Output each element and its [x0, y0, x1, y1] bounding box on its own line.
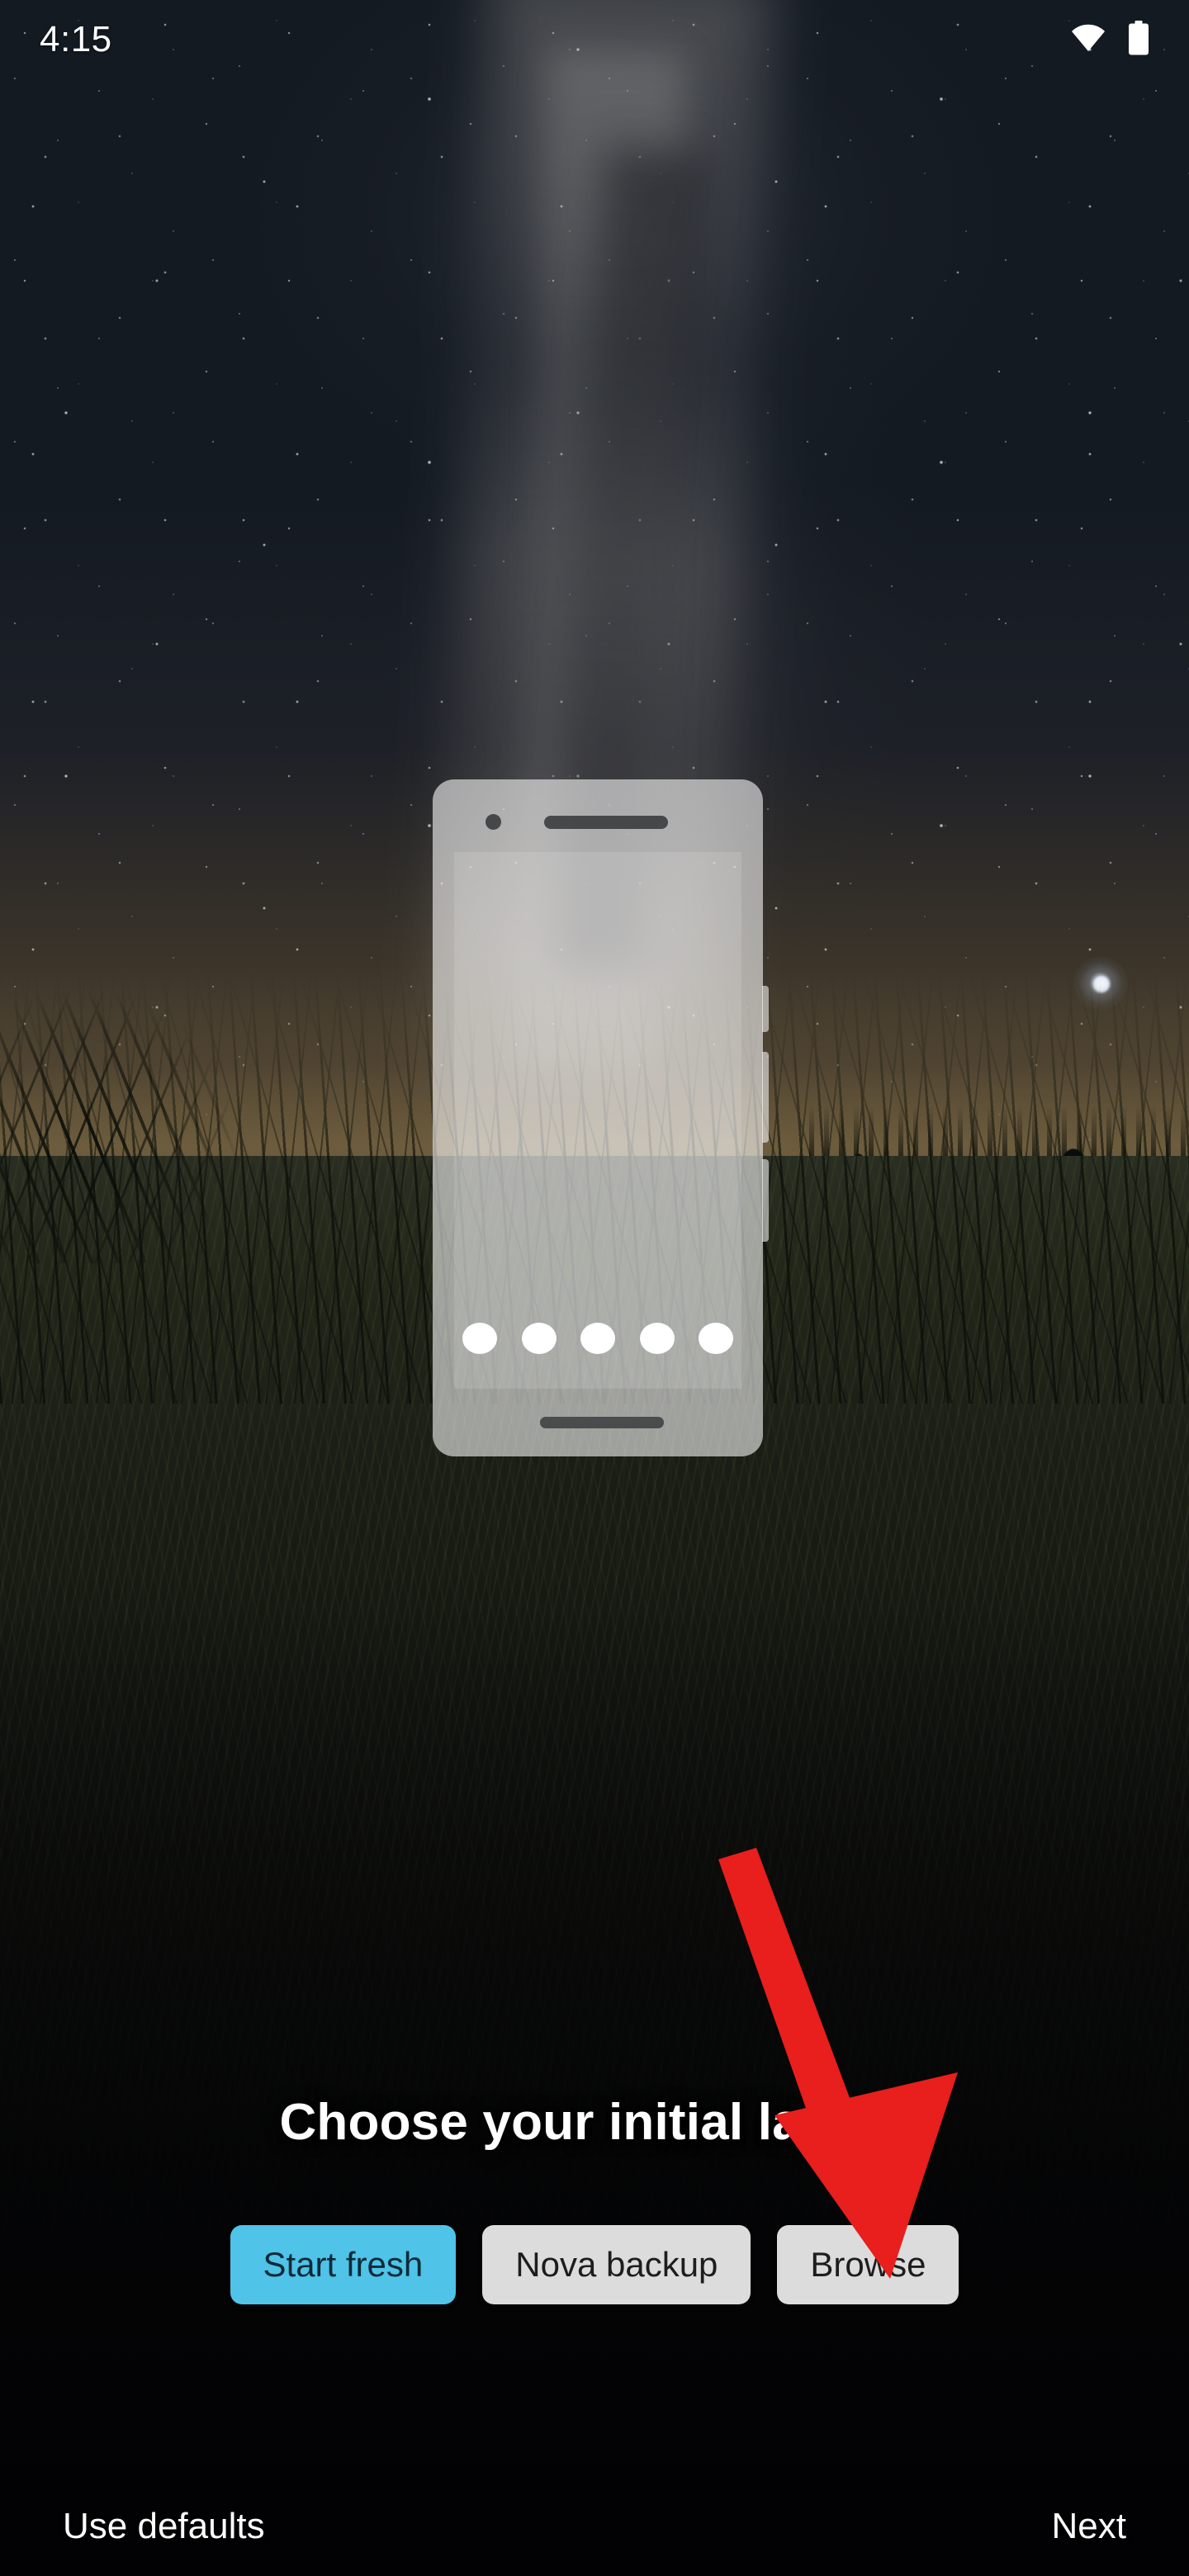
dock-app-icon [462, 1323, 497, 1354]
phone-side-button-bottom [762, 1159, 769, 1242]
dock-app-icon [639, 1323, 675, 1354]
bottom-vignette [0, 1569, 1189, 2576]
start-fresh-button[interactable]: Start fresh [230, 2225, 457, 2304]
phone-layout-preview[interactable] [433, 779, 769, 1456]
dock-app-icon [580, 1323, 615, 1354]
earpiece-speaker-icon [544, 816, 668, 829]
page-title: Choose your initial layout [279, 2094, 910, 2151]
dock-app-icon [699, 1323, 733, 1354]
use-defaults-button[interactable]: Use defaults [63, 2506, 265, 2547]
status-bar: 4:15 [0, 0, 1189, 79]
bottom-navigation-bar: Use defaults Next [0, 2477, 1189, 2576]
nova-backup-button[interactable]: Nova backup [482, 2225, 751, 2304]
wifi-icon [1070, 24, 1106, 56]
front-camera-icon [486, 814, 501, 830]
foreground-weed-cluster [0, 867, 330, 1263]
layout-option-buttons: Start fresh Nova backup Browse [0, 2225, 1189, 2304]
preview-dock [462, 1323, 733, 1354]
home-indicator-bar [540, 1417, 664, 1428]
next-button[interactable]: Next [1052, 2506, 1126, 2547]
status-bar-clock: 4:15 [40, 19, 112, 59]
battery-icon [1128, 20, 1149, 59]
dock-app-icon [521, 1323, 557, 1354]
phone-side-button-middle [762, 1052, 769, 1143]
browse-button[interactable]: Browse [777, 2225, 959, 2304]
status-bar-icons [1070, 20, 1149, 59]
device-screen: 4:15 Choose your initial layout Start fr… [0, 0, 1189, 2576]
phone-screen-area [454, 852, 741, 1389]
phone-side-button-top [762, 986, 769, 1032]
